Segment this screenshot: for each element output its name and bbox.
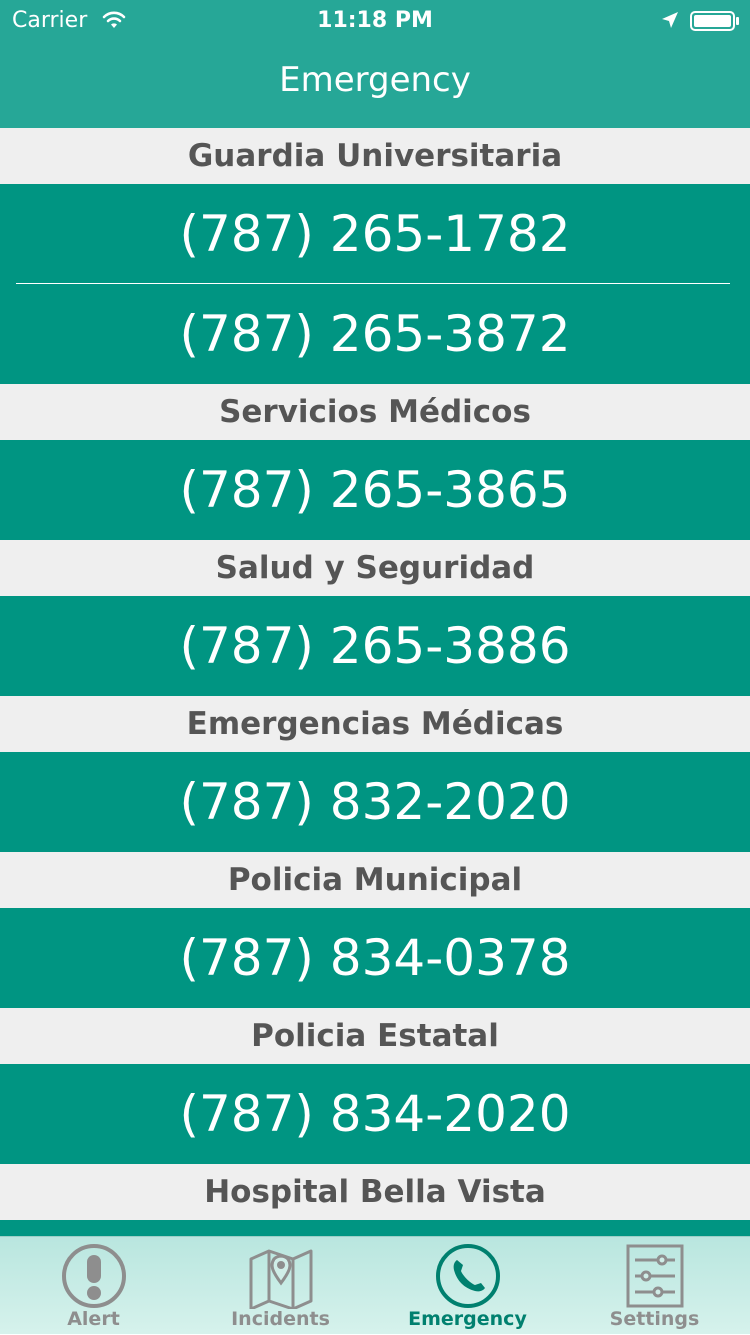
status-time: 11:18 PM <box>317 8 433 33</box>
phone-circle-icon <box>436 1244 500 1308</box>
battery-icon <box>690 11 739 31</box>
map-pin-icon <box>249 1249 313 1309</box>
emergency-contacts-list[interactable]: Guardia Universitaria (787) 265-1782 (78… <box>0 128 750 1236</box>
phone-number-button[interactable]: (787) 265-3886 <box>0 596 750 696</box>
tab-emergency[interactable]: Emergency <box>374 1237 561 1335</box>
phone-number-button[interactable]: (787) 265-3865 <box>0 440 750 540</box>
section-header: Salud y Seguridad <box>0 540 750 596</box>
section-header: Hospital Bella Vista <box>0 1164 750 1220</box>
phone-number-button[interactable]: (787) 834-2020 <box>0 1064 750 1164</box>
phone-number-button[interactable] <box>0 1220 750 1236</box>
tab-incidents[interactable]: Incidents <box>187 1237 374 1335</box>
tab-bar: Alert Incidents Emergency Settings <box>0 1236 750 1334</box>
section-header: Servicios Médicos <box>0 384 750 440</box>
exclamation-circle-icon <box>62 1244 126 1308</box>
section-header: Policia Estatal <box>0 1008 750 1064</box>
sliders-icon <box>626 1244 684 1308</box>
phone-number-button[interactable]: (787) 834-0378 <box>0 908 750 1008</box>
tab-alert[interactable]: Alert <box>0 1237 187 1335</box>
phone-number-button[interactable]: (787) 265-3872 <box>0 284 750 384</box>
tab-settings[interactable]: Settings <box>561 1237 748 1335</box>
tab-label: Alert <box>67 1308 120 1330</box>
tab-label: Incidents <box>231 1308 330 1330</box>
location-arrow-icon <box>662 12 678 28</box>
phone-number-button[interactable]: (787) 265-1782 <box>0 184 750 284</box>
status-bar: Carrier 11:18 PM <box>0 0 750 40</box>
section-header: Emergencias Médicas <box>0 696 750 752</box>
section-header: Policia Municipal <box>0 852 750 908</box>
section-header: Guardia Universitaria <box>0 128 750 184</box>
navigation-bar: Emergency <box>0 40 750 128</box>
tab-label: Emergency <box>408 1308 527 1330</box>
phone-number-button[interactable]: (787) 832-2020 <box>0 752 750 852</box>
tab-label: Settings <box>609 1308 700 1330</box>
page-title: Emergency <box>279 60 471 100</box>
